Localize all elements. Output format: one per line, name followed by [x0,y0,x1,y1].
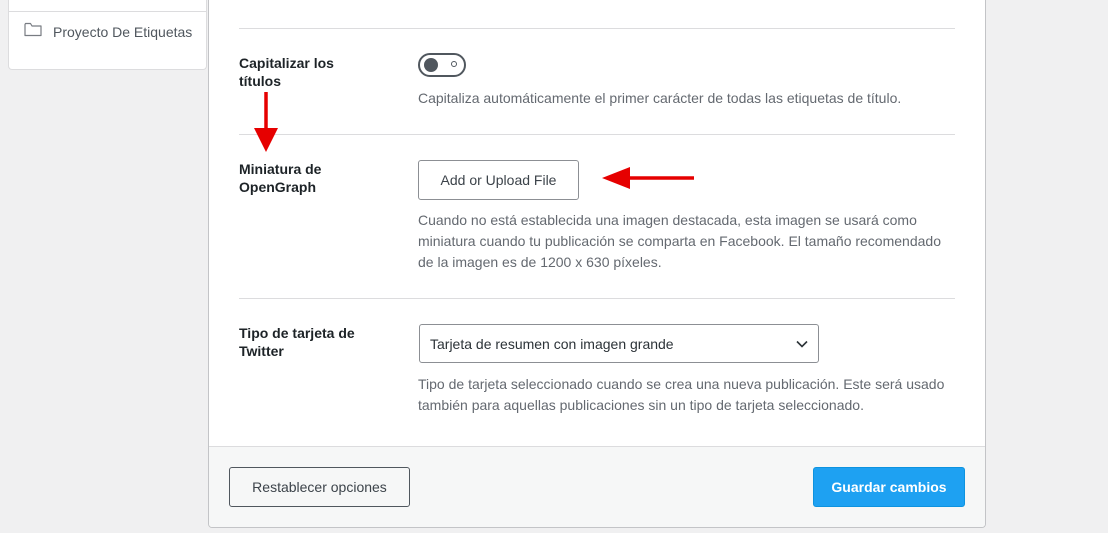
row-divider [239,28,955,29]
settings-footer: Restablecer opciones Guardar cambios [209,446,985,527]
row-divider [239,298,955,299]
left-arrow-annotation [602,167,694,189]
capitalize-titles-description: Capitaliza automáticamente el primer car… [418,90,902,106]
down-arrow-annotation [254,92,278,152]
sidebar-panel: Proyecto De Etiquetas [8,0,207,70]
reset-options-button[interactable]: Restablecer opciones [229,467,410,507]
toggle-knob [424,58,438,72]
row-divider [239,134,955,135]
capitalize-titles-toggle[interactable] [418,53,466,77]
twitter-card-selected-value: Tarjeta de resumen con imagen grande [430,335,674,352]
og-thumbnail-description: Cuando no está establecida una imagen de… [418,212,941,270]
add-or-upload-file-button[interactable]: Add or Upload File [418,160,579,200]
twitter-card-label: Tipo de tarjeta de Twitter [239,325,355,359]
capitalize-titles-label: Capitalizar los títulos [239,55,334,89]
settings-card: Capitalizar los títulos Capitaliza autom… [208,0,986,528]
save-changes-button[interactable]: Guardar cambios [813,467,965,507]
chevron-down-icon [796,340,808,348]
twitter-card-description: Tipo de tarjeta seleccionado cuando se c… [418,376,945,413]
sidebar-item-proyecto-de-etiquetas[interactable]: Proyecto De Etiquetas [24,23,194,41]
sidebar-divider [9,11,206,12]
twitter-card-select[interactable]: Tarjeta de resumen con imagen grande [419,324,819,363]
toggle-off-indicator [451,61,457,67]
og-thumbnail-label: Miniatura de OpenGraph [239,161,322,195]
